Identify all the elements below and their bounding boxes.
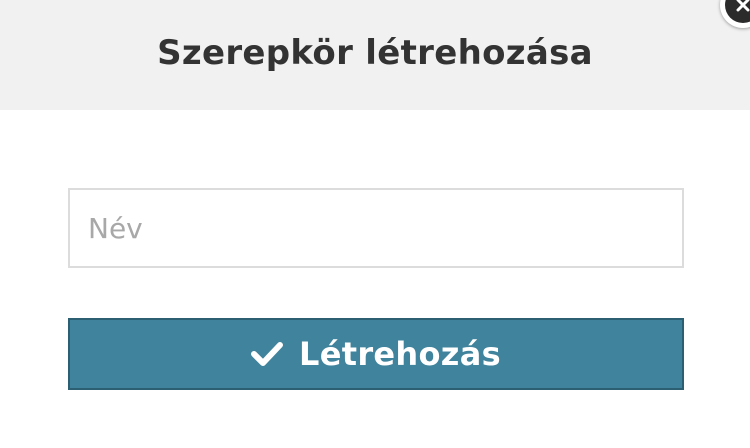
- create-button-label: Létrehozás: [299, 335, 501, 373]
- create-role-dialog: Szerepkör létrehozása Létrehozás: [0, 0, 750, 448]
- name-input[interactable]: [68, 188, 684, 268]
- create-button[interactable]: Létrehozás: [68, 318, 684, 390]
- dialog-title: Szerepkör létrehozása: [157, 33, 593, 73]
- dialog-header: Szerepkör létrehozása: [0, 0, 750, 110]
- check-icon: [251, 341, 284, 371]
- close-icon: [725, 0, 750, 23]
